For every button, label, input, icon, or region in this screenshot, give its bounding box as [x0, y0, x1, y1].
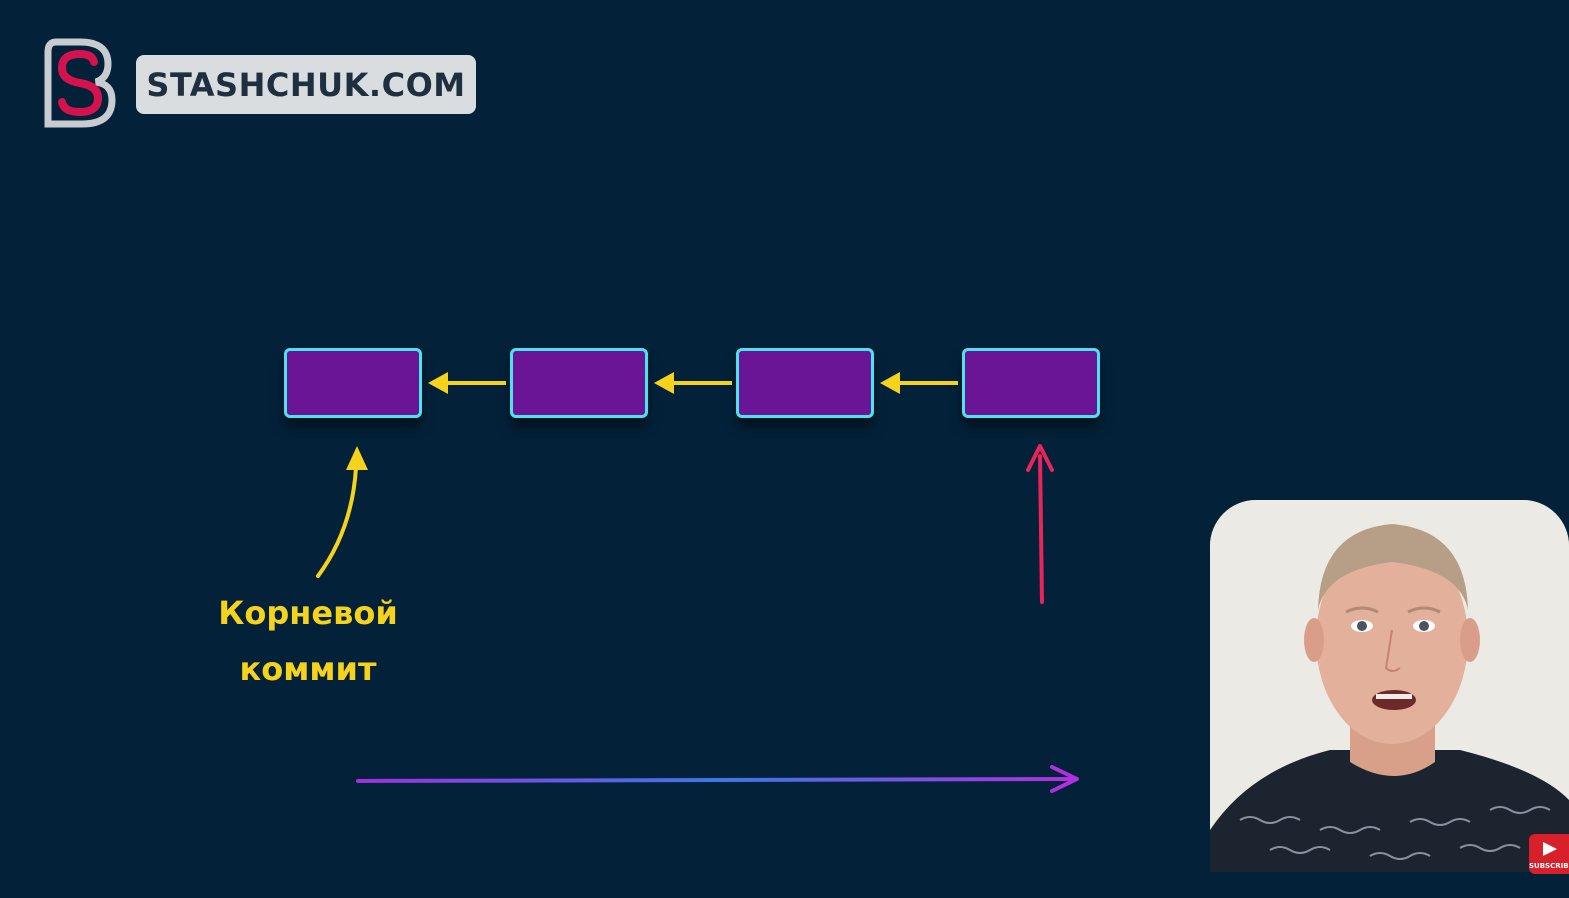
root-commit-label-line-1: Корневой [218, 594, 398, 632]
root-commit-arrow [316, 446, 368, 578]
timeline-arrow [356, 765, 1079, 793]
subscribe-label: SUBSCRIBE [1529, 862, 1569, 870]
presenter-video [1210, 500, 1569, 872]
head-pointer-arrow [1026, 444, 1054, 604]
parent-arrow-1 [428, 372, 506, 394]
parent-arrow-3 [880, 372, 958, 394]
play-icon [1543, 842, 1557, 856]
parent-arrow-2 [654, 372, 732, 394]
root-commit-label-line-2: коммит [239, 650, 377, 688]
root-commit-label: Корневой коммит [210, 585, 406, 697]
presenter-video-icon [1210, 500, 1569, 872]
